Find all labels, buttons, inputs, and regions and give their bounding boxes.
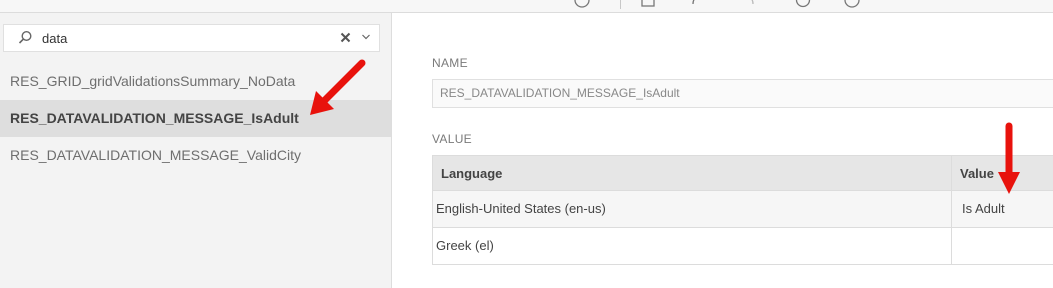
- info-icon[interactable]: [844, 0, 860, 8]
- value-cell[interactable]: [952, 228, 1053, 264]
- list-item[interactable]: RES_DATAVALIDATION_MESSAGE_ValidCity: [0, 137, 391, 174]
- resource-detail-panel: NAME RES_DATAVALIDATION_MESSAGE_IsAdult …: [392, 13, 1053, 288]
- help-icon[interactable]: [574, 0, 590, 8]
- grid-header-row: Language Value: [432, 155, 1053, 191]
- value-cell[interactable]: Is Adult: [952, 191, 1053, 227]
- search-icon: [18, 30, 32, 44]
- search-box: [3, 24, 380, 52]
- column-header-language[interactable]: Language: [433, 156, 952, 190]
- refresh-icon[interactable]: [795, 0, 811, 8]
- search-input[interactable]: [42, 29, 322, 47]
- clear-icon[interactable]: [340, 32, 351, 43]
- value-label: VALUE: [432, 132, 472, 146]
- name-field[interactable]: RES_DATAVALIDATION_MESSAGE_IsAdult: [432, 79, 1053, 108]
- redo-icon[interactable]: [740, 0, 756, 8]
- translations-grid: Language Value English-United States (en…: [432, 155, 1053, 265]
- undo-icon[interactable]: [690, 0, 706, 8]
- chevron-down-icon[interactable]: [361, 33, 371, 41]
- language-cell: Greek (el): [433, 228, 952, 264]
- column-header-value[interactable]: Value: [952, 156, 1053, 190]
- list-item-label: RES_GRID_gridValidationsSummary_NoData: [10, 73, 296, 89]
- list-item-label: RES_DATAVALIDATION_MESSAGE_ValidCity: [10, 147, 301, 163]
- table-row[interactable]: Greek (el): [432, 228, 1053, 265]
- toolbar-divider: [620, 0, 621, 9]
- save-icon[interactable]: [640, 0, 656, 8]
- top-toolbar: [0, 0, 1053, 13]
- table-row[interactable]: English-United States (en-us) Is Adult: [432, 191, 1053, 228]
- language-cell: English-United States (en-us): [433, 191, 952, 227]
- list-item[interactable]: RES_GRID_gridValidationsSummary_NoData: [0, 63, 391, 100]
- name-label: NAME: [432, 56, 468, 70]
- list-item-selected[interactable]: RES_DATAVALIDATION_MESSAGE_IsAdult: [0, 100, 391, 137]
- list-item-label: RES_DATAVALIDATION_MESSAGE_IsAdult: [10, 110, 299, 126]
- resource-list-panel: RES_GRID_gridValidationsSummary_NoData R…: [0, 13, 392, 288]
